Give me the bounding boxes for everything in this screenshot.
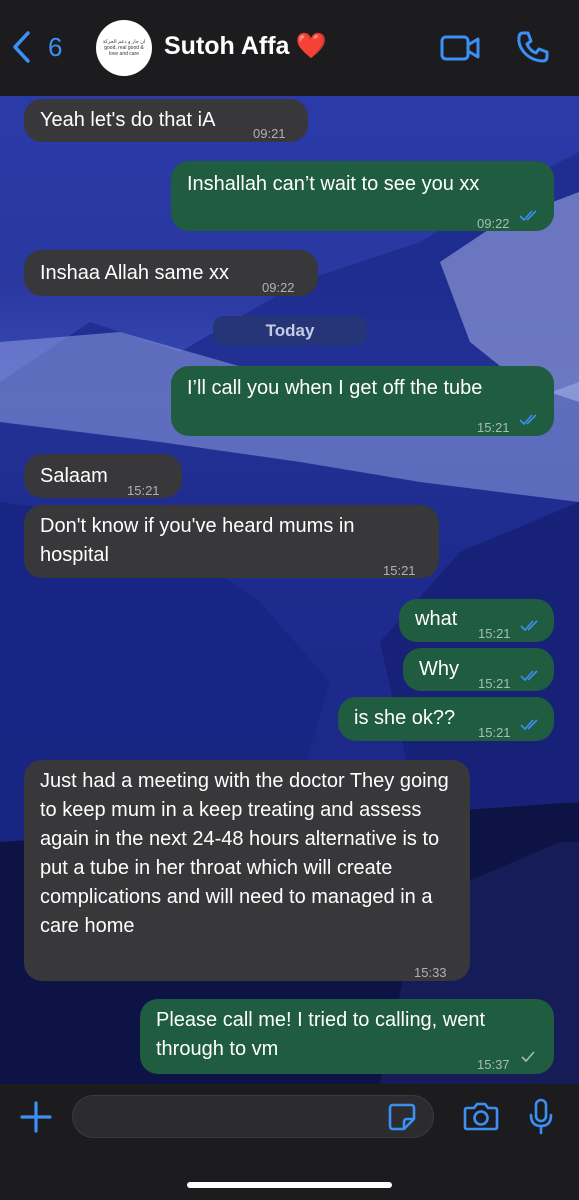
avatar-caption: ان جار و دعم الحركة good, real good & lo… xyxy=(102,39,146,57)
message-text: Yeah let's do that iA xyxy=(40,109,216,131)
message-time: 15:21 xyxy=(383,563,416,578)
message-outgoing[interactable]: what 15:21 xyxy=(399,599,554,642)
home-indicator[interactable] xyxy=(187,1182,392,1188)
message-incoming[interactable]: Yeah let's do that iA 09:21 xyxy=(24,99,308,142)
message-outgoing[interactable]: Why 15:21 xyxy=(403,648,554,691)
message-time: 09:21 xyxy=(253,126,286,141)
message-text: Just had a meeting with the doctor They … xyxy=(40,770,449,937)
contact-avatar[interactable]: ان جار و دعم الحركة good, real good & lo… xyxy=(96,20,152,76)
message-input-box[interactable] xyxy=(72,1095,434,1138)
message-incoming[interactable]: Salaam 15:21 xyxy=(24,454,182,498)
contact-name-text: Sutoh Affa xyxy=(164,32,290,60)
message-text: Why xyxy=(419,658,459,680)
chat-header: 6 ان جار و دعم الحركة good, real good & … xyxy=(0,0,579,96)
read-ticks-icon xyxy=(519,414,537,426)
read-ticks-icon xyxy=(520,719,538,731)
message-text: is she ok?? xyxy=(354,707,456,729)
read-ticks-icon xyxy=(520,670,538,682)
contact-name[interactable]: Sutoh Affa ❤️ xyxy=(164,32,327,61)
message-incoming[interactable]: Just had a meeting with the doctor They … xyxy=(24,760,470,981)
message-outgoing[interactable]: Please call me! I tried to calling, went… xyxy=(140,999,554,1074)
message-time: 09:22 xyxy=(477,216,510,231)
unread-count: 6 xyxy=(48,31,63,62)
phone-call-icon[interactable] xyxy=(516,30,550,64)
video-call-icon[interactable] xyxy=(440,34,480,62)
message-time: 09:22 xyxy=(262,280,295,295)
message-time: 15:33 xyxy=(414,965,447,980)
message-text: Don't know if you've heard mums in hospi… xyxy=(40,515,355,566)
camera-icon[interactable] xyxy=(463,1101,499,1131)
message-outgoing[interactable]: Inshallah can’t wait to see you xx 09:22 xyxy=(171,161,554,231)
message-outgoing[interactable]: I’ll call you when I get off the tube 15… xyxy=(171,366,554,436)
message-time: 15:21 xyxy=(127,483,160,498)
message-outgoing[interactable]: is she ok?? 15:21 xyxy=(338,697,554,741)
plus-icon[interactable] xyxy=(19,1100,53,1134)
message-input[interactable] xyxy=(89,1104,379,1130)
heart-emoji: ❤️ xyxy=(295,32,327,60)
message-text: Inshaa Allah same xx xyxy=(40,262,229,284)
date-separator: Today xyxy=(213,316,367,345)
back-button[interactable]: 6 xyxy=(12,30,62,64)
message-text: what xyxy=(415,608,458,630)
message-incoming[interactable]: Don't know if you've heard mums in hospi… xyxy=(24,505,439,578)
microphone-icon[interactable] xyxy=(528,1098,554,1136)
message-time: 15:21 xyxy=(477,420,510,435)
message-text: Please call me! I tried to calling, went… xyxy=(156,1009,486,1060)
delivered-tick-icon xyxy=(521,1051,535,1063)
message-time: 15:21 xyxy=(478,626,511,641)
message-incoming[interactable]: Inshaa Allah same xx 09:22 xyxy=(24,250,318,296)
message-text: Inshallah can’t wait to see you xx xyxy=(187,173,480,195)
back-chevron-icon xyxy=(13,31,30,63)
message-time: 15:21 xyxy=(478,676,511,691)
message-text: Salaam xyxy=(40,465,108,487)
read-ticks-icon xyxy=(519,210,537,222)
message-time: 15:37 xyxy=(477,1057,510,1072)
message-text: I’ll call you when I get off the tube xyxy=(187,377,483,399)
read-ticks-icon xyxy=(520,620,538,632)
message-time: 15:21 xyxy=(478,725,511,740)
sticker-icon[interactable] xyxy=(388,1103,416,1131)
